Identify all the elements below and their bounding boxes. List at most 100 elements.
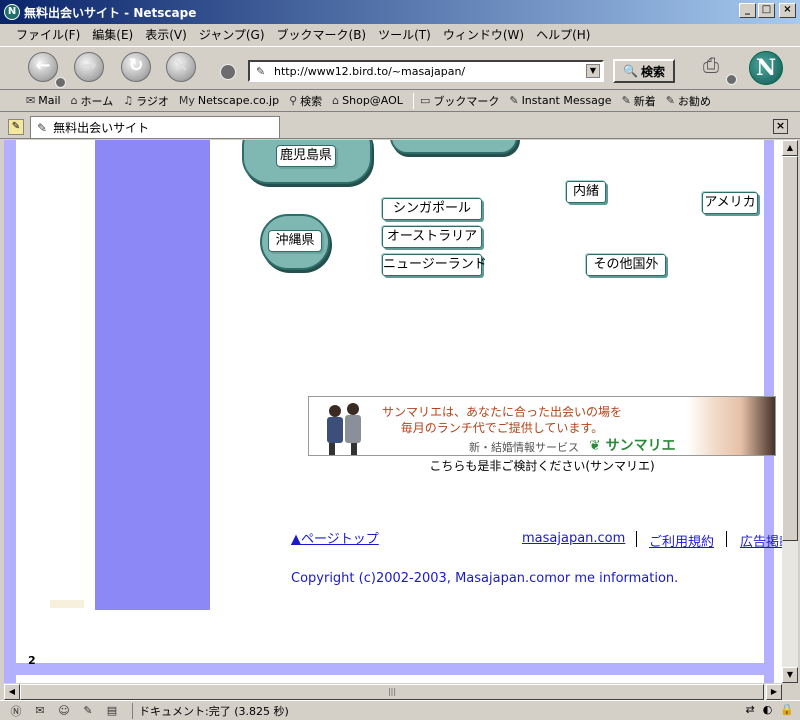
scroll-down-button[interactable]: ▼: [782, 667, 798, 683]
horizontal-scrollbar[interactable]: ◀ ||| ▶: [4, 684, 782, 700]
magnifier-icon: 🔍: [623, 64, 638, 78]
composer-icon[interactable]: ✎: [80, 704, 96, 717]
banner-service: 新・結婚情報サービス: [469, 441, 579, 454]
status-text: ドキュメント:完了 (3.825 秒): [132, 702, 289, 719]
minimize-button[interactable]: _: [739, 3, 756, 18]
scroll-left-button[interactable]: ◀: [4, 684, 20, 700]
back-history-dropdown[interactable]: [55, 77, 66, 88]
menu-bookmarks[interactable]: ブックマーク(B): [277, 26, 367, 43]
region-secret[interactable]: 内緒: [566, 181, 606, 203]
status-bar: Ⓝ ✉ ☺ ✎ ▤ ドキュメント:完了 (3.825 秒) ⇄ ◐ 🔒: [0, 700, 800, 720]
page-proxy-icon[interactable]: ✎: [256, 65, 270, 78]
region-singapore[interactable]: シンガポール: [382, 198, 482, 220]
banner-line-1: サンマリエは、あなたに合った出会いの場を: [381, 405, 622, 419]
lock-icon[interactable]: 🔒: [780, 703, 794, 716]
maximize-button[interactable]: □: [758, 3, 775, 18]
forward-button[interactable]: →: [74, 52, 104, 82]
toolbar-item-bookmarks[interactable]: ▭ ブックマーク: [420, 93, 499, 109]
security-icon[interactable]: ◐: [763, 703, 773, 716]
print-icon[interactable]: ⎙: [696, 53, 726, 81]
toolbar-item-search[interactable]: ⚲ 検索: [289, 93, 322, 109]
close-button[interactable]: ×: [779, 3, 796, 18]
region-australia[interactable]: オーストラリア: [382, 226, 482, 248]
tab-title: 無料出会いサイト: [53, 121, 150, 135]
bookmark-icon: ✎: [509, 94, 519, 107]
toolbar-item-new[interactable]: ✎ 新着: [622, 93, 656, 109]
toolbar-item-netscape-jp[interactable]: My Netscape.co.jp: [179, 94, 279, 107]
mail-icon[interactable]: ✉: [32, 704, 48, 717]
scroll-up-button[interactable]: ▲: [782, 140, 798, 156]
online-status-icon[interactable]: ⇄: [745, 703, 754, 716]
region-other-overseas[interactable]: その他国外: [586, 254, 666, 276]
personal-toolbar: ✉ Mail ⌂ ホーム ♫ ラジオ My Netscape.co.jp ⚲ 検索 ⌂ Sh…: [0, 90, 800, 112]
netscape-logo-icon[interactable]: N: [749, 51, 783, 85]
menu-window[interactable]: ウィンドウ(W): [443, 26, 524, 43]
scroll-right-button[interactable]: ▶: [766, 684, 782, 700]
window-title: 無料出会いサイト - Netscape: [24, 5, 197, 20]
region-new-zealand[interactable]: ニュージーランド: [382, 254, 487, 276]
menu-view[interactable]: 表示(V): [145, 26, 187, 43]
masajapan-link[interactable]: masajapan.com: [522, 531, 625, 546]
toolbar-item-mail[interactable]: ✉ Mail: [26, 94, 61, 107]
couple-photo-icon: [327, 403, 361, 455]
menu-go[interactable]: ジャンプ(G): [199, 26, 265, 43]
toolbar-item-shop-aol[interactable]: ⌂ Shop@AOL: [332, 94, 403, 107]
purple-sidebar: [95, 140, 210, 610]
region-kagoshima[interactable]: 鹿児島県: [276, 145, 336, 167]
bottom-border: [4, 663, 774, 675]
toolbar-item-recommend[interactable]: ✎ お勧め: [666, 93, 711, 109]
radio-icon: ♫: [123, 94, 134, 107]
banner-line-2: 毎月のランチ代でご提供しています。: [400, 421, 604, 435]
netscape-app-icon[interactable]: N: [4, 4, 20, 20]
url-dropdown-icon[interactable]: [220, 64, 236, 80]
url-field[interactable]: ✎ http://www12.bird.to/~masajapan/ ▼: [248, 60, 604, 82]
region-america[interactable]: アメリカ: [702, 192, 758, 214]
reload-button[interactable]: ↻: [121, 52, 151, 82]
navigator-icon[interactable]: Ⓝ: [8, 703, 24, 719]
forward-arrow-icon: →: [81, 55, 97, 76]
toolbar-item-radio[interactable]: ♫ ラジオ: [123, 93, 169, 109]
bookmark-icon: ✎: [665, 94, 675, 107]
menu-file[interactable]: ファイル(F): [16, 26, 80, 43]
bookmark-icon: ✎: [621, 94, 631, 107]
close-tab-button[interactable]: ×: [773, 119, 788, 134]
sunmarie-banner-ad[interactable]: サンマリエは、あなたに合った出会いの場を 毎月のランチ代でご提供しています。 新…: [308, 396, 776, 456]
aim-icon[interactable]: ☺: [56, 704, 72, 717]
toolbar-item-home[interactable]: ⌂ ホーム: [71, 93, 114, 109]
back-button[interactable]: ←: [28, 52, 58, 82]
stop-button[interactable]: ×: [166, 52, 196, 82]
page-icon: ✎: [37, 120, 48, 135]
link-separator: [726, 531, 727, 547]
search-button[interactable]: 🔍 検索: [613, 59, 675, 83]
toolbar-item-instant-message[interactable]: ✎ Instant Message: [509, 94, 611, 107]
menu-tools[interactable]: ツール(T): [378, 26, 431, 43]
horizontal-scroll-thumb[interactable]: |||: [20, 684, 764, 700]
region-okinawa[interactable]: 沖縄県: [268, 230, 322, 252]
shop-icon: ⌂: [332, 94, 340, 107]
page-content: 鹿児島県 沖縄県 シンガポール オーストラリア ニュージーランド 内緒 アメリカ…: [4, 140, 782, 683]
menu-edit[interactable]: 編集(E): [92, 26, 133, 43]
menu-bar: ファイル(F) 編集(E) 表示(V) ジャンプ(G) ブックマーク(B) ツー…: [0, 24, 800, 44]
link-separator: [636, 531, 637, 547]
url-history-dropdown[interactable]: ▼: [586, 64, 600, 78]
page-number: 2: [28, 654, 36, 667]
search-button-label: 検索: [640, 64, 665, 79]
print-dropdown[interactable]: [726, 74, 737, 85]
vertical-scroll-thumb[interactable]: [782, 156, 798, 541]
ads-link[interactable]: 広告掲載: [740, 531, 782, 550]
title-bar: N 無料出会いサイト - Netscape _ □ ×: [0, 0, 800, 24]
new-tab-icon[interactable]: ✎: [8, 119, 24, 135]
terms-link[interactable]: ご利用規約: [649, 531, 714, 550]
menu-help[interactable]: ヘルプ(H): [536, 26, 590, 43]
search-icon: ⚲: [289, 94, 298, 107]
home-icon: ⌂: [70, 94, 78, 107]
bookmark-icon: ▭: [419, 94, 431, 107]
vertical-scrollbar[interactable]: ▲ ▼: [782, 140, 798, 683]
page-top-link[interactable]: ▲ページトップ: [291, 528, 379, 547]
reload-icon: ↻: [128, 55, 144, 76]
tab-bar: ✎ ✎ 無料出会いサイト ×: [0, 113, 800, 139]
left-border: [4, 140, 16, 683]
my-netscape-icon: My: [178, 94, 195, 107]
addressbook-icon[interactable]: ▤: [104, 704, 120, 717]
tab-current[interactable]: ✎ 無料出会いサイト: [30, 116, 280, 138]
